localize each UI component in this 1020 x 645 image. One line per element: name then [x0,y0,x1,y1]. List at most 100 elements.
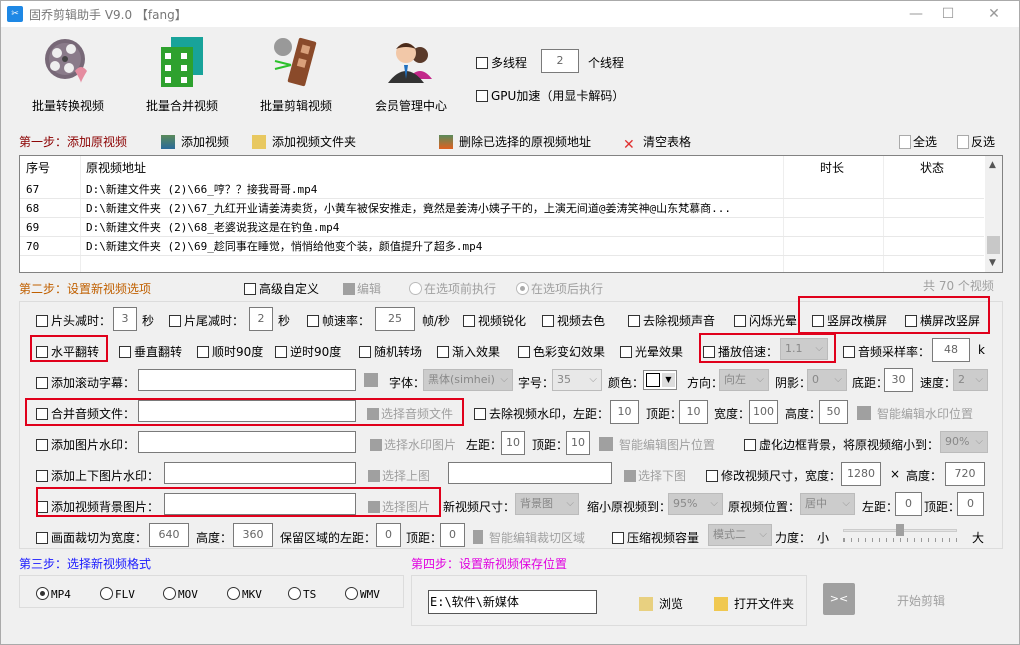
top-bottom-watermark-checkbox[interactable]: 添加上下图片水印： [36,467,159,484]
shadow-select[interactable]: 0 ⌵ [807,369,847,391]
rotate-ccw90-checkbox[interactable]: 逆时90度 [275,343,341,360]
resize-checkbox[interactable]: 修改视频尺寸，宽度： [706,467,841,484]
head-cut-checkbox[interactable]: 片头减时： [36,312,111,329]
top-image-input[interactable] [164,462,356,484]
crop-height-input[interactable]: 360 [233,523,273,547]
scissors-start-icon[interactable]: >< [823,583,855,615]
radio-circle[interactable] [409,282,422,295]
decolor-checkbox[interactable]: 视频去色 [542,312,605,329]
resize-width-input[interactable]: 1280 [841,462,881,486]
fps-input[interactable]: 25 [375,307,415,331]
scroll-up-icon[interactable]: ▲ [989,160,996,170]
radio-circle[interactable] [163,587,176,600]
format-radio-mkv[interactable]: MKV [227,587,262,601]
thread-count-input[interactable]: 2 [541,49,579,73]
clear-table-button[interactable]: ✕ 清空表格 [623,133,691,152]
keep-top-input[interactable]: 0 [440,523,465,547]
remove-watermark-checkbox[interactable]: 去除视频水印，左距： [474,405,609,422]
flash-halo-checkbox[interactable]: 闪烁光晕 [734,312,797,329]
invert-select-button[interactable]: 反选 [957,133,995,150]
color-effect-checkbox[interactable]: 色彩变幻效果 [518,343,605,360]
checkbox-box[interactable] [476,90,488,102]
gpu-checkbox[interactable]: GPU加速（用显卡解码） [476,87,624,104]
maximize-button[interactable]: ☐ [933,4,963,24]
scroll-down-icon[interactable]: ▼ [989,258,996,268]
random-transition-checkbox[interactable]: 随机转场 [359,343,422,360]
format-radio-wmv[interactable]: WMV [345,587,380,601]
head-cut-input[interactable]: 3 [113,307,137,331]
checkbox-box[interactable] [275,346,287,358]
image-watermark-input[interactable] [138,431,356,453]
add-folder-button[interactable]: 添加视频文件夹 [252,133,356,150]
watermark-width-input[interactable]: 100 [749,400,778,424]
compress-checkbox[interactable]: 压缩视频容量 [612,529,699,546]
font-size-select[interactable]: 35 ⌵ [552,369,602,391]
new-size-select[interactable]: 背景图 ⌵ [515,493,579,515]
radio-circle[interactable] [288,587,301,600]
image-top-input[interactable]: 10 [566,431,590,455]
mute-checkbox[interactable]: 去除视频声音 [628,312,715,329]
checkbox-box[interactable] [197,346,209,358]
column-header-status[interactable]: 状态 [920,156,944,180]
font-select[interactable]: 黑体(simhei) ⌵ [423,369,513,391]
browse-button[interactable]: 浏览 [639,595,683,612]
checkbox-box[interactable] [169,315,181,327]
bg-top-input[interactable]: 0 [957,492,984,516]
table-row[interactable]: 69 D:\新建文件夹 (2)\68_老婆说我这是在钓鱼.mp4 [20,218,984,237]
add-video-button[interactable]: 添加视频 [161,133,229,150]
member-center-button[interactable]: 会员管理中心 [356,35,466,115]
format-radio-ts[interactable]: TS [288,587,316,601]
smart-watermark-button[interactable]: 智能编辑水印位置 [857,405,973,422]
bottom-image-input[interactable] [448,462,612,484]
checkbox-box[interactable] [244,283,256,295]
edit-button[interactable]: 编辑 [343,280,381,297]
checkbox-box[interactable] [36,470,48,482]
blur-background-checkbox[interactable]: 虚化边框背景，将原视频缩小到： [744,436,939,453]
checkbox-box[interactable] [36,315,48,327]
run-before-radio[interactable]: 在选项前执行 [409,280,496,297]
batch-merge-button[interactable]: 批量合并视频 [127,35,237,115]
checkbox-box[interactable] [706,470,718,482]
save-path-input[interactable]: E:\软件\新媒体 [428,590,597,614]
table-scrollbar[interactable]: ▲ ▼ [985,156,1002,272]
start-edit-button[interactable]: 开始剪辑 [897,592,945,609]
text-settings-icon[interactable] [364,373,380,388]
checkbox-box[interactable] [437,346,449,358]
checkbox-box[interactable] [476,57,488,69]
select-all-button[interactable]: 全选 [899,133,937,150]
close-button[interactable]: ✕ [979,4,1009,24]
tail-cut-checkbox[interactable]: 片尾减时： [169,312,244,329]
checkbox-box[interactable] [620,346,632,358]
scrollbar-thumb[interactable] [987,236,1000,254]
table-row[interactable]: 67 D:\新建文件夹 (2)\66_哼？？接我哥哥.mp4 [20,180,984,199]
choose-bottom-image-button[interactable]: 选择下图 [624,467,686,484]
column-header-duration[interactable]: 时长 [820,156,844,180]
fade-in-checkbox[interactable]: 渐入效果 [437,343,500,360]
video-table[interactable]: 序号 原视频地址 时长 状态 67 D:\新建文件夹 (2)\66_哼？？接我哥哥… [19,155,1003,273]
scroll-text-input[interactable] [138,369,356,391]
radio-circle[interactable] [345,587,358,600]
table-row[interactable]: 68 D:\新建文件夹 (2)\67_九红开业请姜涛卖货，小黄车被保安推走，竟然是… [20,199,984,218]
color-picker[interactable]: ▼ [643,370,677,390]
format-radio-mp4[interactable]: MP4 [36,587,71,601]
sharpen-checkbox[interactable]: 视频锐化 [463,312,526,329]
checkbox-box[interactable] [474,408,486,420]
fps-checkbox[interactable]: 帧速率： [307,312,370,329]
checkbox-box[interactable] [36,532,48,544]
delete-selected-button[interactable]: 删除已选择的原视频地址 [439,133,591,150]
run-after-radio[interactable]: 在选项后执行 [516,280,603,297]
resize-height-input[interactable]: 720 [945,462,985,486]
strength-slider[interactable] [841,524,959,544]
checkbox-box[interactable] [843,346,855,358]
sample-rate-input[interactable]: 48 [932,338,970,362]
tail-cut-input[interactable]: 2 [249,307,273,331]
watermark-top-input[interactable]: 10 [679,400,708,424]
batch-cut-button[interactable]: 批量剪辑视频 [241,35,351,115]
table-row[interactable]: 70 D:\新建文件夹 (2)\69_趁同事在睡觉，悄悄给他变个装，颜值提升了超多… [20,237,984,256]
checkbox-box[interactable] [744,439,756,451]
radio-circle[interactable] [227,587,240,600]
compress-mode-select[interactable]: 模式二 ⌵ [708,524,772,546]
format-radio-flv[interactable]: FLV [100,587,135,601]
bottom-margin-input[interactable]: 30 [884,368,913,392]
checkbox-box[interactable] [518,346,530,358]
